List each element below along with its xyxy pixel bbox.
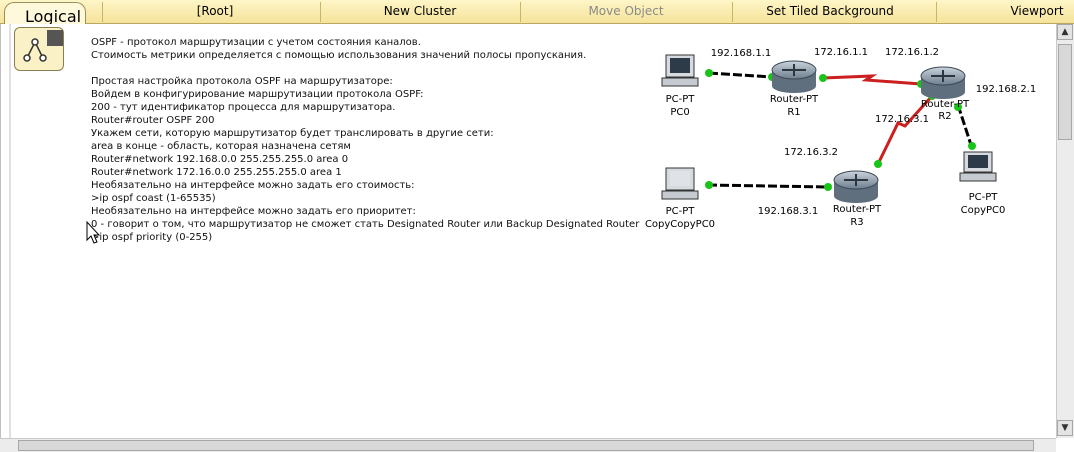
link-status-dot (874, 160, 882, 168)
device-name-label: R1 (787, 107, 800, 118)
ip-label: 172.16.3.1 (875, 114, 929, 125)
ip-label: 172.16.1.1 (814, 47, 868, 58)
scroll-down-button[interactable]: ▼ (1057, 420, 1073, 436)
pc-icon[interactable] (661, 167, 699, 200)
device-name-label: R2 (938, 111, 951, 122)
link-r2-copypc0 (956, 104, 974, 149)
pc-icon[interactable] (661, 54, 699, 87)
device-name-label: CopyCopyPC0 (645, 219, 715, 230)
mouse-cursor-icon (86, 220, 101, 244)
link-status-dot (705, 69, 713, 77)
link-status-dot (968, 142, 976, 150)
horizontal-scrollbar[interactable] (0, 438, 1056, 452)
pc-icon[interactable] (959, 151, 997, 182)
link-status-dot (705, 181, 713, 189)
device-type-label: PC-PT (969, 192, 999, 203)
link-r1-r2-serial (822, 74, 922, 86)
ip-label: 172.16.3.2 (784, 147, 838, 158)
device-type-label: PC-PT (666, 206, 696, 217)
router-icon[interactable] (920, 66, 966, 99)
device-name-label: R3 (850, 217, 863, 228)
device-type-label: Router-PT (921, 99, 970, 110)
ip-label: 192.168.1.1 (711, 48, 771, 59)
ip-label: 192.168.2.1 (976, 84, 1036, 95)
scroll-thumb[interactable] (18, 440, 1034, 451)
link-pc0-r1 (708, 71, 773, 79)
device-name-label: CopyPC0 (961, 205, 1006, 216)
device-name-label: PC0 (670, 107, 689, 118)
topology-canvas: PC-PT PC0 Router-PT R1 Router-PT R2 PC-P… (86, 47, 1036, 244)
router-icon[interactable] (833, 170, 879, 203)
link-status-dot (819, 74, 827, 82)
device-type-label: PC-PT (666, 94, 696, 105)
ip-label: 172.16.1.2 (885, 47, 939, 58)
device-type-label: Router-PT (770, 94, 819, 105)
link-copycopypc0-r3 (707, 183, 829, 189)
link-status-dot (824, 183, 832, 191)
vertical-scrollbar[interactable]: ▲ ▼ (1056, 24, 1074, 438)
scroll-thumb[interactable] (1058, 44, 1072, 140)
ip-label: 192.168.3.1 (758, 206, 818, 217)
scroll-up-button[interactable]: ▲ (1057, 24, 1073, 40)
device-type-label: Router-PT (833, 204, 882, 215)
router-icon[interactable] (771, 60, 817, 93)
